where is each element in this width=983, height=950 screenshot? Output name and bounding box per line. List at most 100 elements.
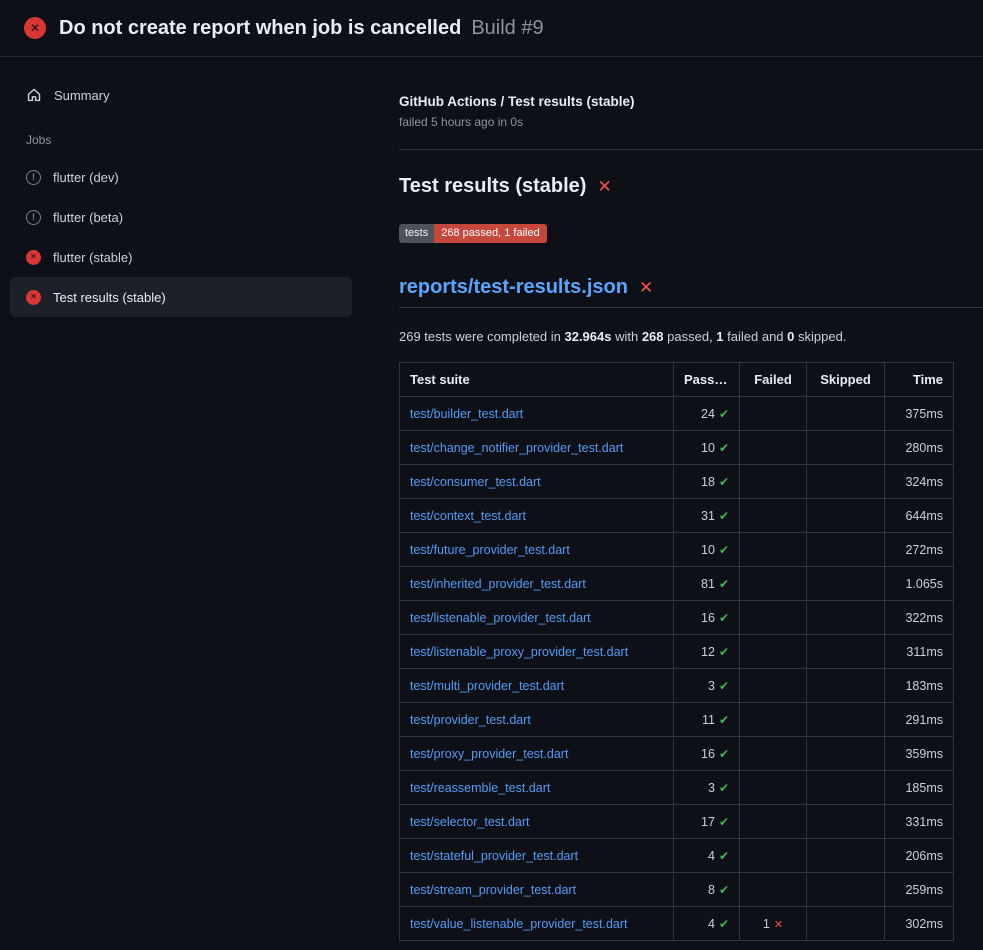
failed-cell bbox=[740, 669, 807, 703]
summary-part: passed, bbox=[664, 329, 717, 344]
passed-cell: 16✔ bbox=[674, 601, 740, 635]
table-row: test/provider_test.dart11✔291ms bbox=[400, 703, 954, 737]
failed-cell bbox=[740, 873, 807, 907]
table-row: test/inherited_provider_test.dart81✔1.06… bbox=[400, 567, 954, 601]
time-cell: 322ms bbox=[885, 601, 954, 635]
test-suite-link[interactable]: test/context_test.dart bbox=[410, 509, 526, 523]
sidebar-item-flutter-dev[interactable]: ! flutter (dev) bbox=[10, 157, 352, 197]
run-failed-status-icon: ✕ bbox=[24, 17, 46, 39]
test-suite-link[interactable]: test/selector_test.dart bbox=[410, 815, 530, 829]
cross-icon: ✕ bbox=[774, 919, 783, 931]
passed-cell: 31✔ bbox=[674, 499, 740, 533]
check-icon: ✔ bbox=[719, 679, 729, 693]
time-cell: 280ms bbox=[885, 431, 954, 465]
failed-cell: 1✕ bbox=[740, 907, 807, 941]
sidebar-summary-label: Summary bbox=[54, 88, 110, 103]
skipped-cell bbox=[807, 465, 885, 499]
table-row: test/reassemble_test.dart3✔185ms bbox=[400, 771, 954, 805]
passed-cell: 24✔ bbox=[674, 397, 740, 431]
results-table: Test suite Passed Failed Skipped Time te… bbox=[399, 362, 954, 941]
main-content: GitHub Actions / Test results (stable) f… bbox=[399, 57, 983, 941]
failed-cell bbox=[740, 703, 807, 737]
report-file-link[interactable]: reports/test-results.json bbox=[399, 276, 628, 299]
test-suite-link[interactable]: test/listenable_proxy_provider_test.dart bbox=[410, 645, 628, 659]
passed-cell: 4✔ bbox=[674, 839, 740, 873]
skipped-cell bbox=[807, 635, 885, 669]
check-icon: ✔ bbox=[719, 815, 729, 829]
passed-cell: 3✔ bbox=[674, 771, 740, 805]
table-row: test/multi_provider_test.dart3✔183ms bbox=[400, 669, 954, 703]
passed-cell: 8✔ bbox=[674, 873, 740, 907]
check-icon: ✔ bbox=[719, 883, 729, 897]
summary-part: 269 tests were completed in bbox=[399, 329, 564, 344]
test-suite-cell: test/selector_test.dart bbox=[400, 805, 674, 839]
time-cell: 644ms bbox=[885, 499, 954, 533]
test-suite-link[interactable]: test/consumer_test.dart bbox=[410, 475, 541, 489]
failed-status-icon: ✕ bbox=[26, 250, 41, 265]
neutral-status-icon: ! bbox=[26, 210, 41, 225]
test-suite-cell: test/builder_test.dart bbox=[400, 397, 674, 431]
table-row: test/listenable_proxy_provider_test.dart… bbox=[400, 635, 954, 669]
results-table-body: test/builder_test.dart24✔375mstest/chang… bbox=[400, 397, 954, 941]
test-suite-cell: test/inherited_provider_test.dart bbox=[400, 567, 674, 601]
col-header-failed: Failed bbox=[740, 363, 807, 397]
sidebar: Summary Jobs ! flutter (dev) ! flutter (… bbox=[10, 57, 352, 317]
passed-cell: 10✔ bbox=[674, 533, 740, 567]
summary-part: failed and bbox=[724, 329, 788, 344]
test-suite-link[interactable]: test/provider_test.dart bbox=[410, 713, 531, 727]
test-suite-link[interactable]: test/stateful_provider_test.dart bbox=[410, 849, 578, 863]
test-suite-link[interactable]: test/inherited_provider_test.dart bbox=[410, 577, 586, 591]
table-row: test/builder_test.dart24✔375ms bbox=[400, 397, 954, 431]
test-suite-link[interactable]: test/change_notifier_provider_test.dart bbox=[410, 441, 623, 455]
sidebar-item-test-results-stable[interactable]: ✕ Test results (stable) bbox=[10, 277, 352, 317]
passed-cell: 3✔ bbox=[674, 669, 740, 703]
skipped-cell bbox=[807, 703, 885, 737]
test-suite-cell: test/future_provider_test.dart bbox=[400, 533, 674, 567]
sidebar-item-flutter-stable[interactable]: ✕ flutter (stable) bbox=[10, 237, 352, 277]
failed-cell bbox=[740, 839, 807, 873]
test-suite-link[interactable]: test/reassemble_test.dart bbox=[410, 781, 550, 795]
sidebar-item-flutter-beta[interactable]: ! flutter (beta) bbox=[10, 197, 352, 237]
test-suite-cell: test/provider_test.dart bbox=[400, 703, 674, 737]
failed-status-icon: ✕ bbox=[26, 290, 41, 305]
failed-cell bbox=[740, 465, 807, 499]
section-title-text: Test results (stable) bbox=[399, 175, 586, 198]
skipped-cell bbox=[807, 805, 885, 839]
test-suite-link[interactable]: test/proxy_provider_test.dart bbox=[410, 747, 568, 761]
test-suite-cell: test/proxy_provider_test.dart bbox=[400, 737, 674, 771]
passed-cell: 17✔ bbox=[674, 805, 740, 839]
test-suite-cell: test/value_listenable_provider_test.dart bbox=[400, 907, 674, 941]
failed-x-icon: ✕ bbox=[639, 279, 653, 296]
check-icon: ✔ bbox=[719, 917, 729, 931]
time-cell: 291ms bbox=[885, 703, 954, 737]
test-suite-link[interactable]: test/stream_provider_test.dart bbox=[410, 883, 576, 897]
time-cell: 324ms bbox=[885, 465, 954, 499]
test-suite-link[interactable]: test/builder_test.dart bbox=[410, 407, 523, 421]
test-suite-link[interactable]: test/future_provider_test.dart bbox=[410, 543, 570, 557]
test-suite-link[interactable]: test/listenable_provider_test.dart bbox=[410, 611, 591, 625]
sidebar-item-summary[interactable]: Summary bbox=[10, 77, 352, 113]
failed-cell bbox=[740, 771, 807, 805]
failed-cell bbox=[740, 567, 807, 601]
table-row: test/stateful_provider_test.dart4✔206ms bbox=[400, 839, 954, 873]
summary-text: 269 tests were completed in 32.964s with… bbox=[399, 329, 983, 344]
test-suite-link[interactable]: test/value_listenable_provider_test.dart bbox=[410, 917, 628, 931]
test-suite-link[interactable]: test/multi_provider_test.dart bbox=[410, 679, 564, 693]
table-row: test/proxy_provider_test.dart16✔359ms bbox=[400, 737, 954, 771]
passed-cell: 81✔ bbox=[674, 567, 740, 601]
run-status-text: failed 5 hours ago in 0s bbox=[399, 115, 983, 129]
summary-duration: 32.964s bbox=[564, 329, 611, 344]
check-icon: ✔ bbox=[719, 509, 729, 523]
passed-cell: 10✔ bbox=[674, 431, 740, 465]
col-header-skipped: Skipped bbox=[807, 363, 885, 397]
skipped-cell bbox=[807, 499, 885, 533]
failed-cell bbox=[740, 533, 807, 567]
skipped-cell bbox=[807, 839, 885, 873]
table-row: test/context_test.dart 31✔ 644ms bbox=[400, 499, 954, 533]
passed-cell: 16✔ bbox=[674, 737, 740, 771]
sidebar-item-label: flutter (beta) bbox=[53, 210, 123, 225]
table-row: test/consumer_test.dart18✔324ms bbox=[400, 465, 954, 499]
table-row: test/selector_test.dart17✔331ms bbox=[400, 805, 954, 839]
failed-cell bbox=[740, 431, 807, 465]
summary-part: with bbox=[611, 329, 641, 344]
